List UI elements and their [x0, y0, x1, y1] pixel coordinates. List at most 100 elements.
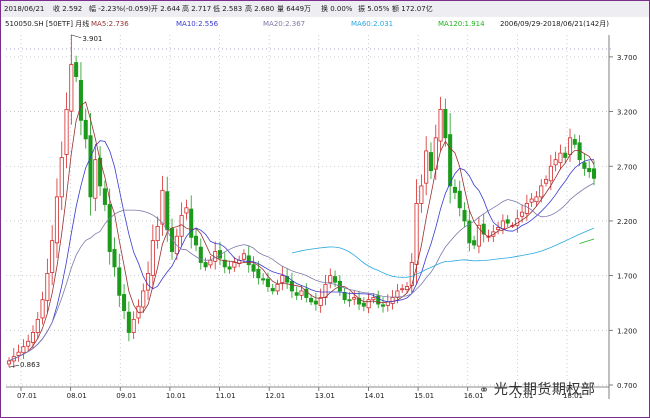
chart-background: [1, 17, 649, 417]
candle-body: [452, 186, 457, 193]
candle-body: [98, 157, 103, 187]
legend-item: MA60:2.031: [351, 20, 393, 28]
candle-body: [150, 240, 155, 276]
y-tick-label: 1.200: [617, 327, 637, 335]
candle-body: [400, 288, 405, 291]
x-tick-label: 07.01: [17, 392, 37, 400]
x-tick-label: 14.01: [364, 392, 384, 400]
x-tick-label: 10.01: [166, 392, 186, 400]
candle-body: [572, 139, 577, 145]
candle-body: [544, 178, 549, 184]
candle-body: [74, 62, 79, 77]
info-turnover: 换 0.00%: [321, 5, 353, 13]
candle-body: [289, 280, 294, 292]
candle-body: [496, 227, 501, 230]
y-tick-label: 3.200: [617, 109, 637, 117]
candle-body: [448, 134, 453, 187]
candle-body: [328, 275, 333, 284]
candle-body: [457, 190, 462, 209]
info-date: 2018/06/21: [4, 5, 45, 13]
candle-body: [534, 196, 539, 203]
legend-item: MA10:2.556: [176, 20, 219, 28]
candle-body: [505, 219, 510, 224]
candle-body: [50, 240, 55, 273]
info-low: 低 2.583: [213, 5, 243, 13]
candle-body: [438, 108, 443, 142]
info-high2: 高 2.680: [245, 5, 275, 13]
candle-body: [21, 346, 26, 354]
x-tick-label: 15.01: [414, 392, 434, 400]
candle-body: [553, 159, 558, 166]
candle-body: [184, 207, 189, 214]
candle-body: [323, 283, 328, 298]
chart-window: 2018/06/21 收 2.592 幅 -2.23%(-0.059) 开 2.…: [0, 0, 650, 418]
candle-body: [54, 196, 59, 244]
candle-body: [6, 360, 12, 365]
candle-body: [428, 152, 433, 172]
candle-body: [529, 198, 534, 203]
candle-body: [539, 185, 544, 198]
quote-info-bar: 2018/06/21 收 2.592 幅 -2.23%(-0.059) 开 2.…: [1, 1, 649, 18]
candle-body: [16, 351, 21, 356]
candle-body: [193, 235, 199, 246]
candle-body: [232, 262, 237, 268]
candlestick-chart[interactable]: 0.700 1.200 1.700 2.200 2.700 3.200 3.700 07.01…: [1, 17, 649, 417]
candle-body: [155, 226, 160, 242]
candle-body: [371, 297, 376, 301]
candle-body: [524, 203, 529, 214]
candle-body: [69, 64, 74, 112]
candle-body: [333, 276, 338, 283]
candle-body: [520, 211, 525, 217]
x-tick-label: 11.01: [216, 392, 236, 400]
candle-body: [117, 267, 122, 296]
candle-body: [462, 209, 467, 222]
candle-body: [294, 292, 299, 296]
min-annotation: 0.863: [20, 361, 40, 369]
candle-body: [270, 287, 275, 292]
candle-body: [59, 157, 64, 198]
candle-body: [265, 278, 270, 287]
candle-body: [299, 290, 304, 296]
candle-body: [165, 191, 170, 231]
candle-body: [591, 168, 597, 179]
candle-body: [280, 275, 285, 284]
candle-body: [404, 286, 410, 291]
x-tick-label: 08.01: [67, 392, 87, 400]
candle-body: [246, 255, 251, 266]
y-tick-label: 1.700: [617, 273, 637, 281]
candle-body: [35, 318, 40, 333]
watermark: ⚭ 光大期货期权部: [479, 379, 595, 399]
candle-body: [198, 246, 203, 263]
x-tick-label: 12.01: [265, 392, 285, 400]
candle-body: [558, 152, 563, 164]
legend-item: MA5:2.736: [91, 20, 129, 28]
candle-body: [126, 311, 131, 333]
candle-body: [26, 340, 31, 347]
candle-body: [414, 203, 419, 265]
candle-body: [241, 253, 246, 260]
wechat-icon: ⚭: [479, 383, 494, 397]
candle-body: [361, 302, 366, 307]
watermark-text: 光大期货期权部: [493, 382, 596, 398]
candle-body: [347, 299, 352, 302]
candle-body: [102, 188, 107, 205]
info-close: 收 2.592: [53, 5, 83, 13]
candle-body: [160, 189, 165, 225]
candle-body: [122, 294, 127, 312]
candle-body: [251, 264, 256, 272]
candle-body: [309, 297, 314, 303]
candle-body: [390, 297, 395, 304]
candle-body: [548, 165, 553, 182]
candle-body: [112, 249, 117, 268]
candle-body: [107, 204, 112, 252]
candle-body: [40, 299, 45, 319]
candle-body: [313, 300, 318, 305]
candle-body: [500, 220, 505, 230]
candle-body: [78, 80, 83, 121]
candle-body: [203, 262, 208, 268]
candle-body: [261, 278, 266, 281]
candle-body: [208, 259, 213, 266]
candle-body: [582, 162, 587, 169]
candle-body: [141, 290, 146, 308]
x-tick-label: 09.01: [116, 392, 136, 400]
